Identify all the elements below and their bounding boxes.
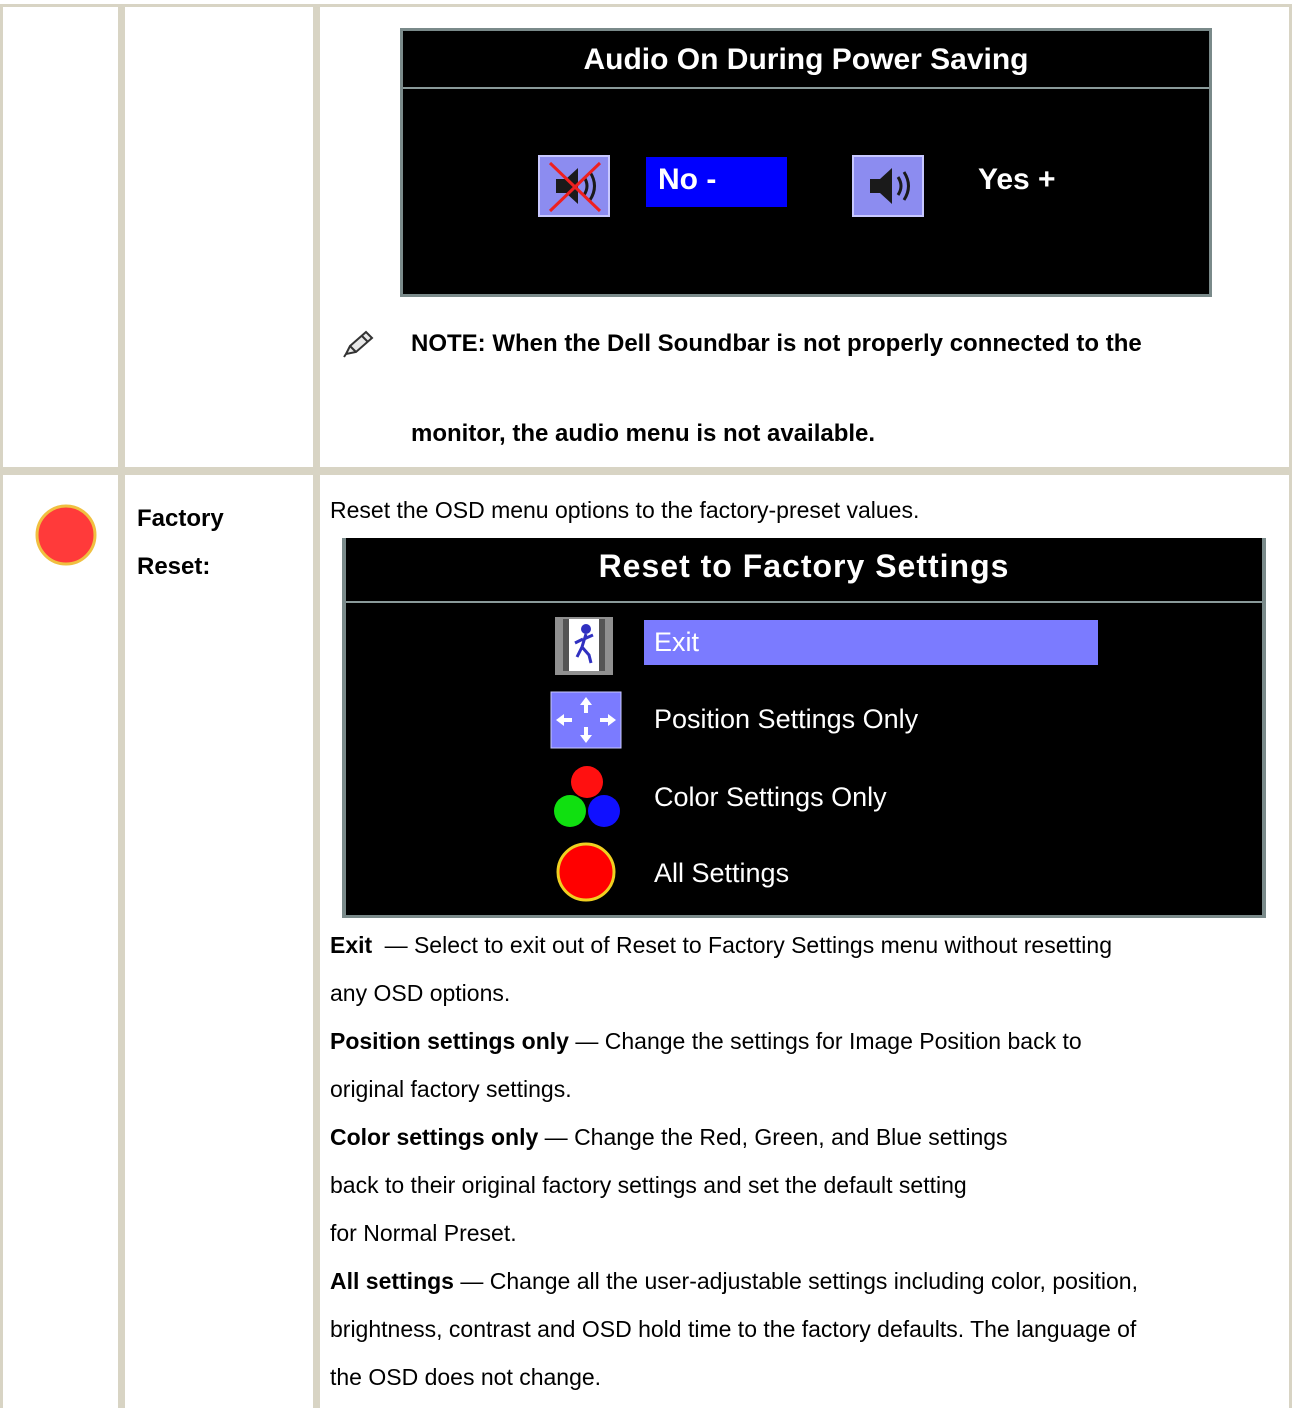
desc-all-line3: the OSD does not change. [330, 1364, 602, 1390]
audio-osd-screen: Audio On During Power Saving No - Yes + [400, 28, 1212, 297]
speaker-muted-icon[interactable] [538, 155, 610, 217]
reset-option-color[interactable]: Color Settings Only [644, 776, 1098, 821]
reset-descriptions: Exit — Select to exit out of Reset to Fa… [330, 921, 1280, 1401]
desc-color-line1: — Change the Red, Green, and Blue settin… [538, 1124, 1008, 1150]
reset-osd-title: Reset to Factory Settings [598, 548, 1010, 584]
reset-option-position[interactable]: Position Settings Only [644, 698, 1098, 743]
no-label: No - [658, 163, 717, 196]
desc-all-term: All settings [330, 1268, 454, 1294]
note-line-1: NOTE: When the Dell Soundbar is not prop… [411, 330, 1142, 357]
position-label: Position Settings Only [654, 704, 919, 734]
all-settings-label: All Settings [654, 858, 790, 888]
desc-exit-term: Exit [330, 932, 373, 958]
rgb-circles-icon[interactable] [551, 765, 623, 831]
yes-label: Yes + [978, 163, 1056, 196]
note-line-2: monitor, the audio menu is not available… [411, 420, 876, 447]
desc-position: Position settings only — Change the sett… [330, 1017, 1280, 1113]
exit-door-icon[interactable] [553, 615, 617, 677]
desc-color-line3: for Normal Preset. [330, 1220, 517, 1246]
speaker-on-icon[interactable] [852, 155, 924, 217]
desc-position-line2: original factory settings. [330, 1076, 572, 1102]
note-pencil-icon [342, 330, 374, 358]
factory-intro: Reset the OSD menu options to the factor… [330, 497, 920, 523]
exit-label: Exit [654, 627, 700, 657]
no-option[interactable]: No - [646, 157, 787, 207]
factory-label-line1: Factory [137, 505, 224, 532]
reset-option-exit[interactable]: Exit [644, 620, 1098, 665]
settings-table: Audio On During Power Saving No - Yes + … [0, 0, 1292, 1408]
audio-content-cell: Audio On During Power Saving No - Yes + … [320, 7, 1289, 467]
desc-color-line2: back to their original factory settings … [330, 1172, 967, 1198]
yes-option[interactable]: Yes + [978, 157, 1098, 207]
desc-exit-line1: — Select to exit out of Reset to Factory… [378, 932, 1112, 958]
position-arrows-icon[interactable] [550, 691, 622, 749]
desc-position-line1: — Change the settings for Image Position… [568, 1028, 1082, 1054]
red-circle-icon [34, 503, 98, 567]
desc-all-line2: brightness, contrast and OSD hold time t… [330, 1316, 1137, 1342]
desc-exit: Exit — Select to exit out of Reset to Fa… [330, 921, 1280, 1017]
desc-color-term: Color settings only [330, 1124, 539, 1150]
desc-position-term: Position settings only [330, 1028, 569, 1054]
reset-option-all[interactable]: All Settings [644, 852, 1098, 897]
osd-divider [346, 601, 1262, 603]
desc-color: Color settings only — Change the Red, Gr… [330, 1113, 1280, 1257]
desc-all: All settings — Change all the user-adjus… [330, 1257, 1280, 1401]
color-label: Color Settings Only [654, 782, 887, 812]
audio-osd-title: Audio On During Power Saving [583, 43, 1029, 76]
factory-reset-label: Factory Reset: [137, 495, 224, 591]
factory-label-line2: Reset: [137, 553, 211, 580]
desc-exit-line2: any OSD options. [330, 980, 511, 1006]
desc-all-line1: — Change all the user-adjustable setting… [453, 1268, 1138, 1294]
reset-osd-screen: Reset to Factory Settings Exit Position … [342, 538, 1266, 918]
osd-divider [403, 87, 1209, 89]
all-settings-circle-icon[interactable] [555, 841, 617, 903]
